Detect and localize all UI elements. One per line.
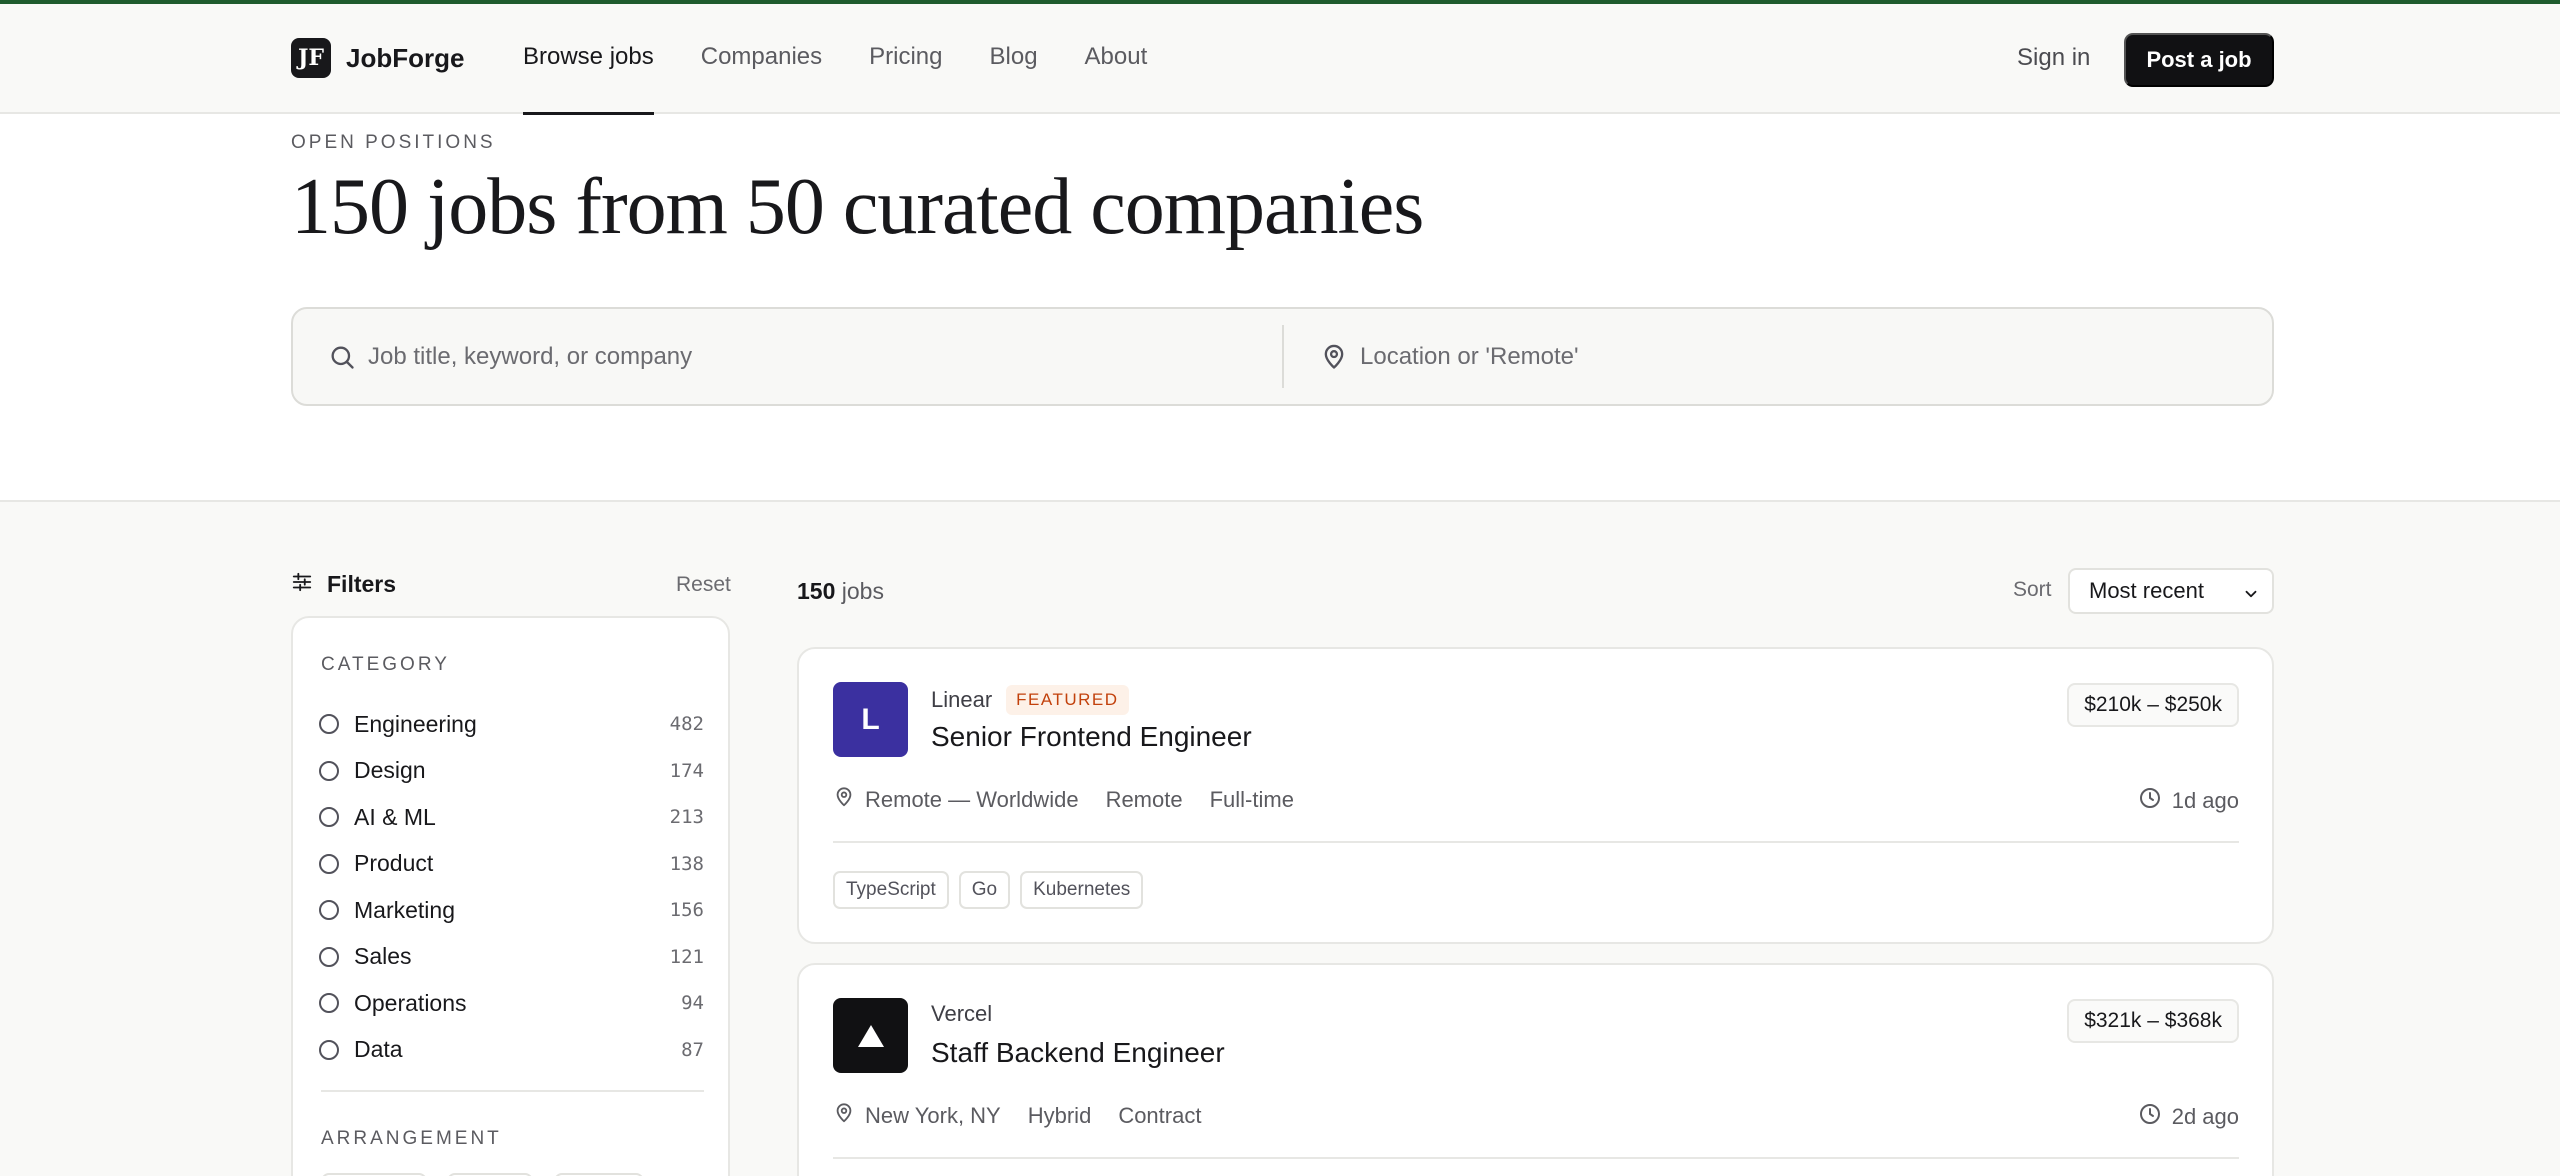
job-card[interactable]: Vercel Staff Backend Engineer $321k – $3… xyxy=(797,963,2274,1176)
salary-badge: $321k – $368k xyxy=(2067,999,2239,1043)
sort-label: Sort xyxy=(2013,578,2052,601)
keyword-search-field xyxy=(328,309,1268,404)
search-bar xyxy=(291,307,2274,406)
triangle-logo-icon xyxy=(857,1024,884,1047)
radio-button[interactable] xyxy=(319,853,339,874)
category-count: 87 xyxy=(681,1038,704,1061)
category-count: 121 xyxy=(669,945,704,968)
category-option-design[interactable]: Design 174 xyxy=(319,748,704,795)
category-count: 482 xyxy=(669,713,704,736)
radio-button[interactable] xyxy=(319,760,339,781)
map-pin-icon xyxy=(833,786,855,814)
map-pin-icon xyxy=(833,1102,855,1130)
sign-in-link[interactable]: Sign in xyxy=(2017,44,2090,72)
category-count: 213 xyxy=(669,806,704,829)
job-card[interactable]: L Linear FEATURED Senior Frontend Engine… xyxy=(797,647,2274,944)
posted-time: 2d ago xyxy=(2138,1102,2239,1132)
results-count: 150 jobs xyxy=(797,578,884,604)
category-count: 138 xyxy=(669,852,704,875)
card-divider xyxy=(833,841,2239,843)
category-label: CATEGORY xyxy=(321,654,450,675)
company-logo xyxy=(833,998,908,1073)
job-meta: New York, NY Hybrid Contract xyxy=(833,1102,1201,1130)
brand-name: JobForge xyxy=(346,42,465,73)
company-logo: L xyxy=(833,682,908,757)
skill-tags: TypeScript Go Kubernetes xyxy=(833,871,1144,909)
job-location: Remote — Worldwide xyxy=(865,787,1079,812)
job-meta: Remote — Worldwide Remote Full-time xyxy=(833,786,1294,814)
category-option-operations[interactable]: Operations 94 xyxy=(319,980,704,1027)
keyword-search-input[interactable] xyxy=(368,342,1168,371)
category-option-product[interactable]: Product 138 xyxy=(319,841,704,888)
job-title[interactable]: Senior Frontend Engineer xyxy=(931,721,1252,753)
location-search-input[interactable] xyxy=(1360,342,2160,371)
company-name-row: Vercel xyxy=(931,1001,992,1027)
brand-logo-link[interactable]: JF JobForge xyxy=(291,38,464,78)
filters-title: Filters xyxy=(327,571,397,597)
chevron-down-icon xyxy=(2242,583,2260,609)
hero-eyebrow: OPEN POSITIONS xyxy=(291,132,496,153)
category-count: 94 xyxy=(681,992,704,1015)
nav-link-blog[interactable]: Blog xyxy=(990,4,1038,114)
company-name: Vercel xyxy=(931,1001,993,1026)
main-nav: Browse jobs Companies Pricing Blog About xyxy=(523,4,1148,115)
salary-badge: $210k – $250k xyxy=(2067,683,2239,727)
job-arrangement: Hybrid xyxy=(1027,1103,1092,1128)
panel-divider xyxy=(321,1090,704,1092)
post-job-button[interactable]: Post a job xyxy=(2124,33,2274,87)
featured-badge: FEATURED xyxy=(1006,685,1129,715)
radio-button[interactable] xyxy=(319,946,339,967)
job-title[interactable]: Staff Backend Engineer xyxy=(931,1037,1225,1069)
search-icon xyxy=(328,343,356,371)
radio-button[interactable] xyxy=(319,993,339,1014)
skill-tag[interactable]: Kubernetes xyxy=(1020,871,1144,909)
sort-select[interactable]: Most recent xyxy=(2068,568,2274,614)
posted-time: 1d ago xyxy=(2138,786,2239,816)
nav-link-browse-jobs[interactable]: Browse jobs xyxy=(523,4,654,115)
search-divider xyxy=(1282,325,1284,388)
map-pin-icon xyxy=(1320,343,1348,371)
radio-button[interactable] xyxy=(319,1039,339,1060)
category-option-ai-ml[interactable]: AI & ML 213 xyxy=(319,794,704,841)
clock-icon xyxy=(2138,1102,2162,1132)
radio-button[interactable] xyxy=(319,714,339,735)
clock-icon xyxy=(2138,786,2162,816)
nav-link-pricing[interactable]: Pricing xyxy=(869,4,942,114)
job-location: New York, NY xyxy=(865,1103,1001,1128)
nav-link-about[interactable]: About xyxy=(1085,4,1148,114)
category-count: 156 xyxy=(669,899,704,922)
top-navigation: JF JobForge Browse jobs Companies Pricin… xyxy=(0,4,2560,115)
job-type: Full-time xyxy=(1209,787,1294,812)
sliders-icon xyxy=(291,571,313,598)
company-name: Linear xyxy=(931,687,993,712)
location-search-field xyxy=(1320,309,2220,404)
filter-panel: CATEGORY Engineering 482 Design 174 AI & M… xyxy=(291,616,730,1176)
filters-header: Filters xyxy=(291,571,396,598)
card-divider xyxy=(833,1157,2239,1159)
reset-filters-link[interactable]: Reset xyxy=(676,573,731,597)
category-option-data[interactable]: Data 87 xyxy=(319,1027,704,1074)
skill-tag[interactable]: Go xyxy=(958,871,1011,909)
category-option-engineering[interactable]: Engineering 482 xyxy=(319,701,704,748)
job-type: Contract xyxy=(1118,1103,1202,1128)
nav-link-companies[interactable]: Companies xyxy=(701,4,822,114)
sort-selected-value: Most recent xyxy=(2089,578,2204,603)
radio-button[interactable] xyxy=(319,900,339,921)
radio-button[interactable] xyxy=(319,807,339,828)
arrangement-label: ARRANGEMENT xyxy=(321,1128,502,1149)
brand-mark-icon: JF xyxy=(291,38,331,78)
category-option-marketing[interactable]: Marketing 156 xyxy=(319,887,704,934)
page-title: 150 jobs from 50 curated companies xyxy=(291,163,1424,251)
company-name-row: Linear FEATURED xyxy=(931,685,1129,715)
job-arrangement: Remote xyxy=(1105,787,1183,812)
category-list: Engineering 482 Design 174 AI & ML 213 Prod… xyxy=(319,701,704,1073)
category-count: 174 xyxy=(669,759,704,782)
skill-tag[interactable]: TypeScript xyxy=(833,871,949,909)
category-option-sales[interactable]: Sales 121 xyxy=(319,934,704,981)
